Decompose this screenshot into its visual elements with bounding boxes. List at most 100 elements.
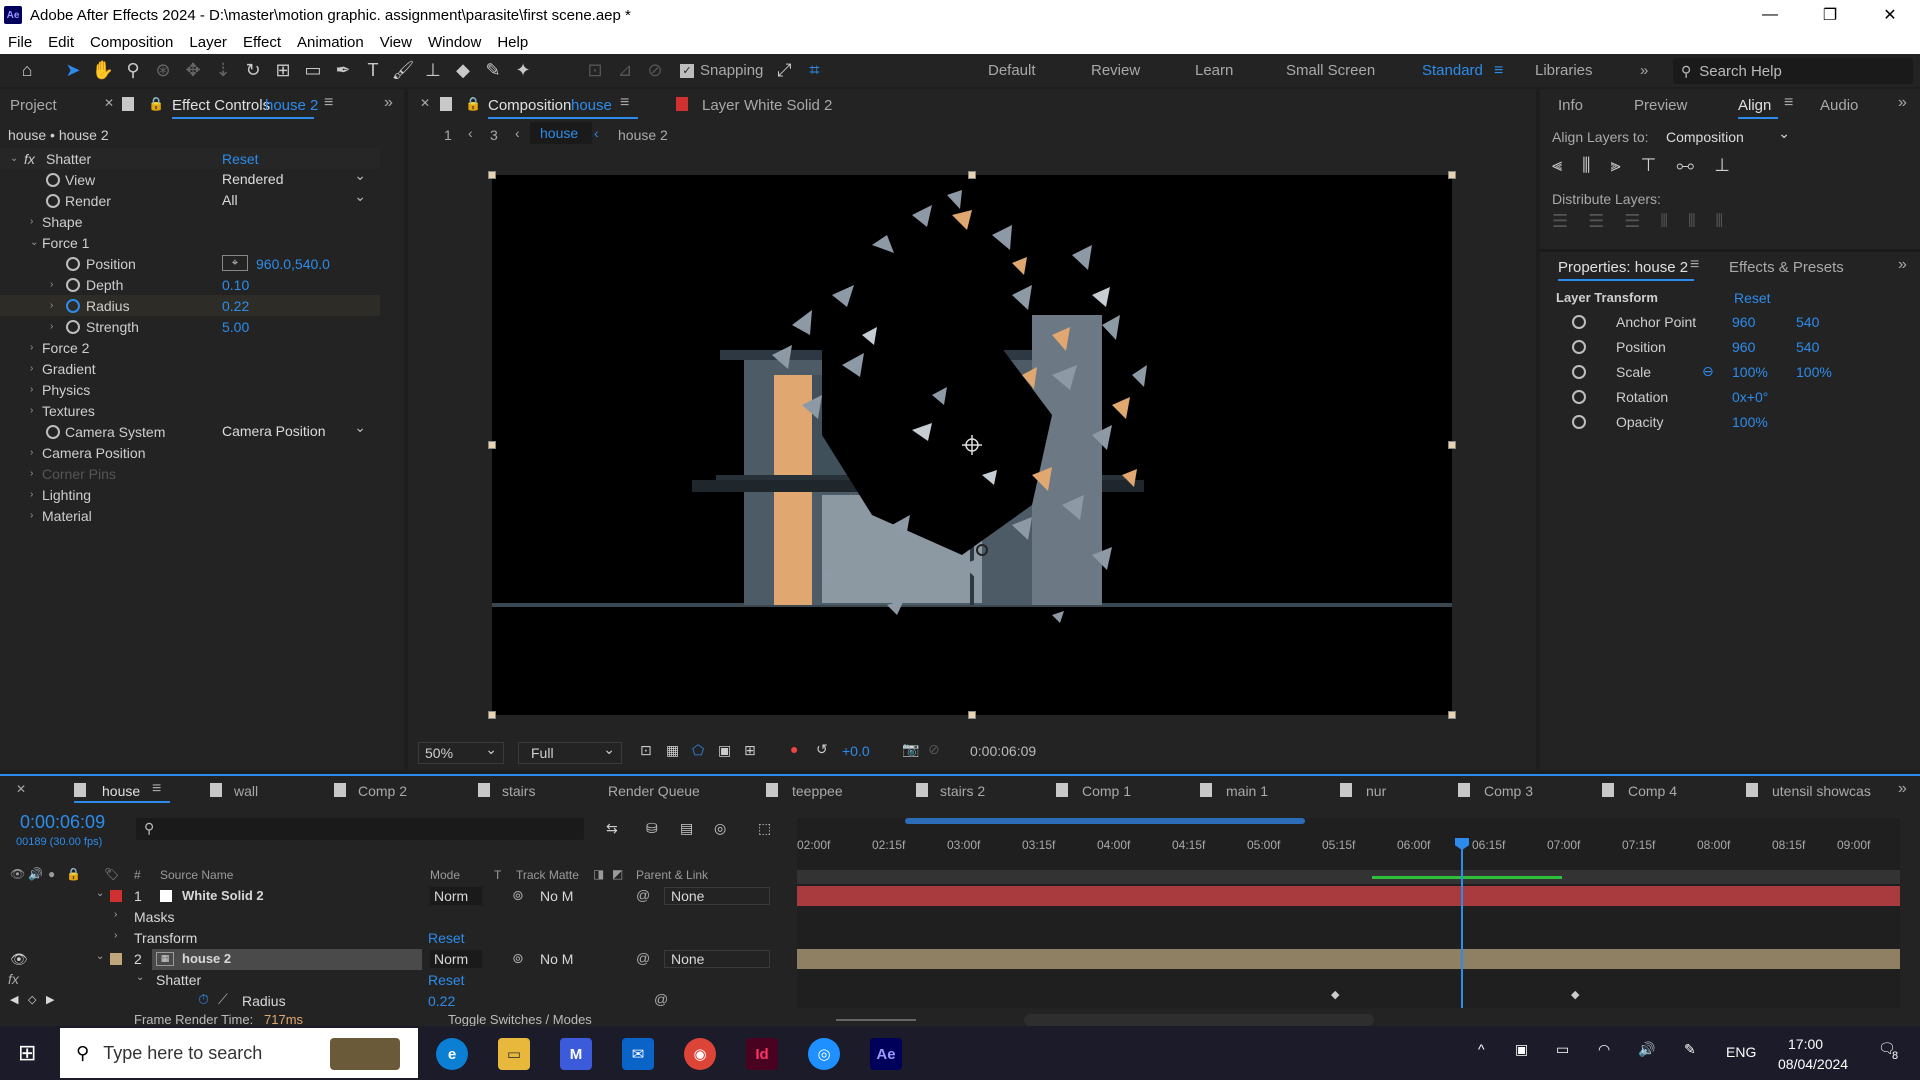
tab-stairs-2[interactable]: stairs 2	[940, 783, 985, 799]
axis-world-icon[interactable]: ⊿	[612, 58, 638, 84]
tab-wall[interactable]: wall	[234, 783, 258, 799]
search-help-field[interactable]: ⚲ Search Help	[1673, 58, 1913, 84]
windows-start-icon[interactable]: ⊞	[18, 1040, 36, 1066]
safe-margins-icon[interactable]: ▣	[718, 742, 731, 759]
panel-menu-icon[interactable]: ≡	[1690, 256, 1699, 274]
graph-editor-icon[interactable]: ⬚	[758, 820, 771, 837]
expression-icon[interactable]: @	[654, 991, 668, 1007]
crosshair-icon[interactable]: ⌖	[222, 255, 248, 271]
force1-group[interactable]: ⌄ Force 1	[0, 232, 380, 253]
puppet-tool-icon[interactable]: ✦	[510, 58, 536, 84]
stopwatch-icon[interactable]	[46, 424, 60, 439]
scale-x-value[interactable]: 100%	[1732, 364, 1768, 380]
masks-group[interactable]: › Masks	[0, 907, 797, 928]
material-group[interactable]: › Material	[0, 505, 380, 526]
depth-value[interactable]: 0.10	[222, 277, 249, 293]
axis-local-icon[interactable]: ⊡	[582, 58, 608, 84]
chevron-left-icon[interactable]: ‹	[594, 125, 599, 141]
prev-keyframe-icon[interactable]: ◀	[10, 993, 18, 1006]
panel-menu-icon[interactable]: ≡	[324, 94, 333, 112]
selection-tool-icon[interactable]: ➤	[60, 58, 86, 84]
pick-whip-icon[interactable]: @	[636, 950, 650, 966]
orbit-tool-icon[interactable]: ⊛	[150, 58, 176, 84]
tab-info[interactable]: Info	[1558, 97, 1583, 114]
parent-dropdown[interactable]: None	[664, 887, 770, 905]
layer-bar-house-2[interactable]	[797, 949, 1900, 969]
transform-group[interactable]: › Transform Reset	[0, 928, 797, 949]
lock-icon[interactable]: 🔒	[66, 867, 81, 881]
stopwatch-icon[interactable]	[1572, 414, 1586, 429]
zoom-slider[interactable]	[836, 1019, 916, 1021]
keyframe-icon[interactable]: ◆	[1331, 988, 1339, 1001]
wifi-icon[interactable]: ◠	[1598, 1041, 1610, 1058]
menu-view[interactable]: View	[372, 34, 420, 51]
tab-comp-4[interactable]: Comp 4	[1628, 783, 1677, 799]
composition-canvas[interactable]	[492, 175, 1452, 715]
layer-row-white-solid-2[interactable]: ⌄ 1 White Solid 2 Norm ⊚ No M @ None	[0, 886, 797, 907]
stopwatch-icon[interactable]	[1572, 364, 1586, 379]
radius-keyframe-value[interactable]: 0.22	[428, 993, 455, 1009]
axis-view-icon[interactable]: ⊘	[642, 58, 668, 84]
panel-menu-icon[interactable]: ≡	[620, 94, 629, 112]
snapshot-camera-icon[interactable]: 📷	[902, 741, 919, 758]
layer-row-house-2[interactable]: 👁 ⌄ 2 ▦ house 2 Norm ⊚ No M @ None	[0, 949, 797, 970]
constrain-link-icon[interactable]: ⊖	[1702, 363, 1714, 380]
menu-edit[interactable]: Edit	[40, 34, 82, 51]
stopwatch-icon[interactable]	[46, 172, 60, 187]
comp-mini-flowchart-icon[interactable]: ⇆	[606, 820, 618, 837]
effects-switch-icon[interactable]: ◩	[612, 867, 623, 881]
close-tab-icon[interactable]: ✕	[104, 96, 114, 110]
work-area-bar[interactable]	[905, 818, 1305, 824]
force2-group[interactable]: › Force 2	[0, 337, 380, 358]
track-matte-dropdown[interactable]: No M	[536, 950, 586, 968]
align-bottom-icon[interactable]: ⊥	[1714, 155, 1730, 176]
keyframe-icon[interactable]: ◆	[1571, 988, 1579, 1001]
restore-button[interactable]: ❐	[1800, 0, 1860, 30]
app-ring-icon[interactable]: ◎	[808, 1038, 840, 1070]
expand-panels-icon[interactable]: »	[1898, 780, 1907, 798]
minimize-button[interactable]: —	[1740, 0, 1800, 30]
viewer-timecode[interactable]: 0:00:06:09	[970, 743, 1036, 759]
more-workspaces-icon[interactable]: »	[1640, 62, 1648, 79]
lock-icon[interactable]: 🔒	[465, 96, 481, 112]
tab-composition[interactable]: Composition	[488, 97, 571, 114]
tab-layer[interactable]: Layer	[702, 97, 740, 114]
stopwatch-active-icon[interactable]	[66, 298, 80, 313]
pen-tool-icon[interactable]: ✒	[330, 58, 356, 84]
menu-composition[interactable]: Composition	[82, 34, 181, 51]
menu-layer[interactable]: Layer	[181, 34, 235, 51]
position-x-value[interactable]: 960	[1732, 339, 1755, 355]
stopwatch-icon[interactable]	[66, 256, 80, 271]
distribute-center-h-icon[interactable]: ⫴	[1688, 211, 1696, 232]
snap-features-icon[interactable]: ⌗	[801, 58, 827, 84]
tab-preview[interactable]: Preview	[1634, 97, 1687, 114]
timeline-timecode[interactable]: 0:00:06:09	[20, 812, 105, 833]
anchor-x-value[interactable]: 960	[1732, 314, 1755, 330]
playhead[interactable]	[1461, 846, 1463, 1008]
visibility-icon[interactable]: 👁	[10, 951, 28, 968]
layer-label-color[interactable]	[110, 953, 122, 965]
indesign-icon[interactable]: Id	[746, 1038, 778, 1070]
workspace-review[interactable]: Review	[1091, 62, 1140, 79]
grid-guides-icon[interactable]: ⊞	[744, 742, 756, 759]
strength-value[interactable]: 5.00	[222, 319, 249, 335]
zoom-dropdown[interactable]: 50% ⌄	[418, 741, 504, 764]
tab-comp-3[interactable]: Comp 3	[1484, 783, 1533, 799]
layer-bar-white-solid-2[interactable]	[797, 886, 1900, 906]
tab-teeppee[interactable]: teeppee	[792, 783, 843, 799]
align-center-h-icon[interactable]: ⫼	[1582, 155, 1590, 176]
battery-icon[interactable]: ▭	[1556, 1041, 1569, 1058]
bounding-handle[interactable]	[488, 711, 496, 719]
distribute-bottom-icon[interactable]: ☰	[1624, 211, 1640, 232]
menu-animation[interactable]: Animation	[289, 34, 372, 51]
pan-tool-icon[interactable]: ✥	[180, 58, 206, 84]
fx-icon[interactable]: fx	[24, 151, 35, 167]
tab-align[interactable]: Align	[1738, 97, 1771, 114]
camera-icon[interactable]: ▣	[1515, 1041, 1528, 1058]
frame-blending-icon[interactable]: ▤	[680, 820, 693, 837]
bounding-handle[interactable]	[1448, 711, 1456, 719]
close-window-button[interactable]: ✕	[1860, 0, 1920, 30]
rotation-value[interactable]: 0x+0°	[1732, 389, 1768, 405]
hippo-widget-icon[interactable]	[330, 1038, 400, 1070]
expand-panels-icon[interactable]: »	[1898, 256, 1907, 274]
